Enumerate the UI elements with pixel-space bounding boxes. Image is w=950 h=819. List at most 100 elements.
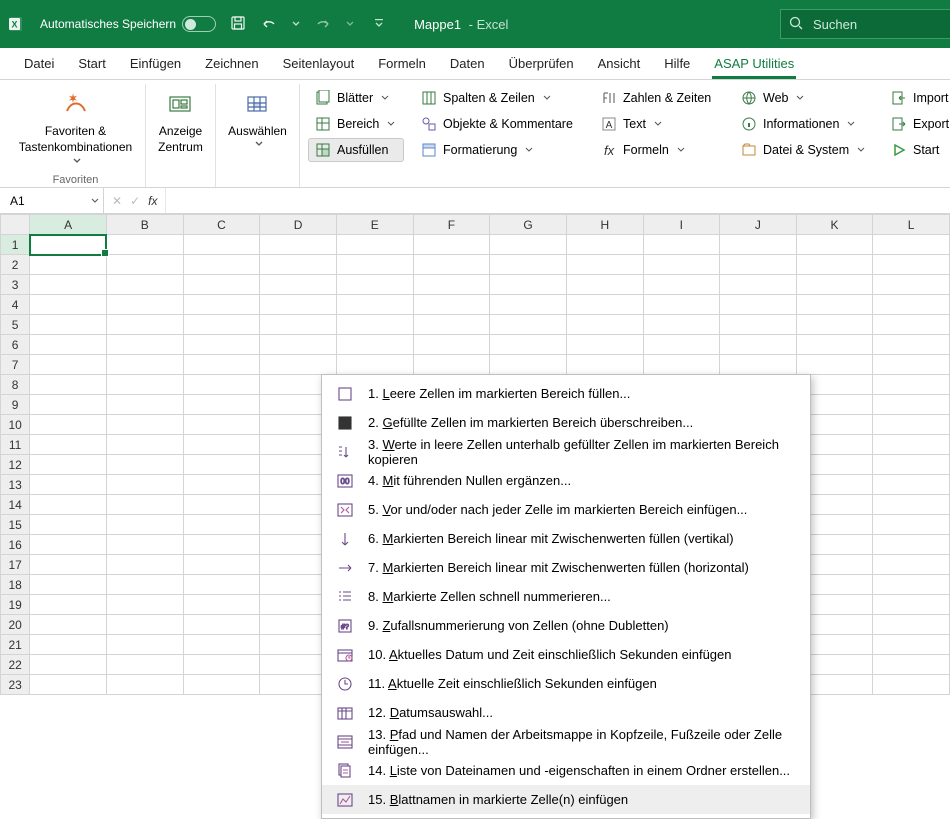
row-header-3[interactable]: 3 (1, 275, 30, 295)
cell-F3[interactable] (413, 275, 490, 295)
cell-L10[interactable] (873, 415, 950, 435)
cell-B14[interactable] (106, 495, 183, 515)
cell-B15[interactable] (106, 515, 183, 535)
cell-C12[interactable] (183, 455, 260, 475)
cell-B17[interactable] (106, 555, 183, 575)
cell-L6[interactable] (873, 335, 950, 355)
name-box[interactable]: A1 (0, 188, 104, 213)
cell-C17[interactable] (183, 555, 260, 575)
col-header-C[interactable]: C (183, 215, 260, 235)
cell-F5[interactable] (413, 315, 490, 335)
col-header-K[interactable]: K (796, 215, 873, 235)
cell-J4[interactable] (720, 295, 797, 315)
cell-H7[interactable] (566, 355, 643, 375)
col-header-F[interactable]: F (413, 215, 490, 235)
menu-item-13[interactable]: 13. Pfad und Namen der Arbeitsmappe in K… (322, 727, 810, 756)
cell-C11[interactable] (183, 435, 260, 455)
cell-L3[interactable] (873, 275, 950, 295)
row-header-10[interactable]: 10 (1, 415, 30, 435)
cell-B23[interactable] (106, 675, 183, 695)
row-header-1[interactable]: 1 (1, 235, 30, 255)
cell-C4[interactable] (183, 295, 260, 315)
cell-K3[interactable] (796, 275, 873, 295)
cell-L22[interactable] (873, 655, 950, 675)
cell-L4[interactable] (873, 295, 950, 315)
cell-B19[interactable] (106, 595, 183, 615)
cell-L1[interactable] (873, 235, 950, 255)
redo-icon[interactable] (314, 15, 332, 34)
cell-H3[interactable] (566, 275, 643, 295)
cell-B1[interactable] (106, 235, 183, 255)
cell-A13[interactable] (30, 475, 107, 495)
cell-B18[interactable] (106, 575, 183, 595)
menu-item-14[interactable]: 14. Liste von Dateinamen und -eigenschaf… (322, 756, 810, 785)
informationen-button[interactable]: Informationen (734, 112, 874, 136)
cell-C15[interactable] (183, 515, 260, 535)
menu-item-12[interactable]: 12. Datumsauswahl... (322, 698, 810, 727)
export-button[interactable]: Export (884, 112, 950, 136)
cell-F6[interactable] (413, 335, 490, 355)
cell-E6[interactable] (336, 335, 413, 355)
cell-E7[interactable] (336, 355, 413, 375)
tab-asap-utilities[interactable]: ASAP Utilities (702, 50, 806, 79)
cell-L17[interactable] (873, 555, 950, 575)
row-header-9[interactable]: 9 (1, 395, 30, 415)
cell-D1[interactable] (260, 235, 337, 255)
cell-C21[interactable] (183, 635, 260, 655)
cell-A17[interactable] (30, 555, 107, 575)
cell-A14[interactable] (30, 495, 107, 515)
cell-L19[interactable] (873, 595, 950, 615)
import-button[interactable]: Import (884, 86, 950, 110)
tab-seitenlayout[interactable]: Seitenlayout (271, 50, 367, 79)
cell-I5[interactable] (643, 315, 719, 335)
cell-C22[interactable] (183, 655, 260, 675)
row-header-15[interactable]: 15 (1, 515, 30, 535)
cell-G1[interactable] (490, 235, 567, 255)
cell-B9[interactable] (106, 395, 183, 415)
cell-L5[interactable] (873, 315, 950, 335)
cell-B7[interactable] (106, 355, 183, 375)
cell-L20[interactable] (873, 615, 950, 635)
autosave-toggle[interactable]: Automatisches Speichern (40, 16, 216, 32)
row-header-7[interactable]: 7 (1, 355, 30, 375)
col-header-J[interactable]: J (720, 215, 797, 235)
row-header-16[interactable]: 16 (1, 535, 30, 555)
tab-formeln[interactable]: Formeln (366, 50, 438, 79)
confirm-icon[interactable]: ✓ (130, 194, 140, 208)
cell-C14[interactable] (183, 495, 260, 515)
cell-C20[interactable] (183, 615, 260, 635)
undo-icon[interactable] (260, 15, 278, 34)
col-header-D[interactable]: D (260, 215, 337, 235)
cell-J3[interactable] (720, 275, 797, 295)
cell-H6[interactable] (566, 335, 643, 355)
row-header-17[interactable]: 17 (1, 555, 30, 575)
col-header-A[interactable]: A (30, 215, 107, 235)
favorites-button[interactable]: Favoriten & Tastenkombinationen (14, 86, 137, 172)
cell-G7[interactable] (490, 355, 567, 375)
cell-B5[interactable] (106, 315, 183, 335)
cell-F7[interactable] (413, 355, 490, 375)
cell-E5[interactable] (336, 315, 413, 335)
cell-B13[interactable] (106, 475, 183, 495)
cell-C3[interactable] (183, 275, 260, 295)
menu-item-3[interactable]: 3. Werte in leere Zellen unterhalb gefül… (322, 437, 810, 466)
menu-item-2[interactable]: 2. Gefüllte Zellen im markierten Bereich… (322, 408, 810, 437)
cell-F4[interactable] (413, 295, 490, 315)
col-header-H[interactable]: H (566, 215, 643, 235)
cell-J7[interactable] (720, 355, 797, 375)
cell-B6[interactable] (106, 335, 183, 355)
cell-B21[interactable] (106, 635, 183, 655)
cell-L14[interactable] (873, 495, 950, 515)
row-header-19[interactable]: 19 (1, 595, 30, 615)
row-header-21[interactable]: 21 (1, 635, 30, 655)
cell-L23[interactable] (873, 675, 950, 695)
cell-A20[interactable] (30, 615, 107, 635)
cell-H5[interactable] (566, 315, 643, 335)
col-header-E[interactable]: E (336, 215, 413, 235)
undo-dropdown-icon[interactable] (292, 17, 300, 31)
cell-B20[interactable] (106, 615, 183, 635)
cell-E4[interactable] (336, 295, 413, 315)
cell-E3[interactable] (336, 275, 413, 295)
row-header-5[interactable]: 5 (1, 315, 30, 335)
cell-A3[interactable] (30, 275, 107, 295)
